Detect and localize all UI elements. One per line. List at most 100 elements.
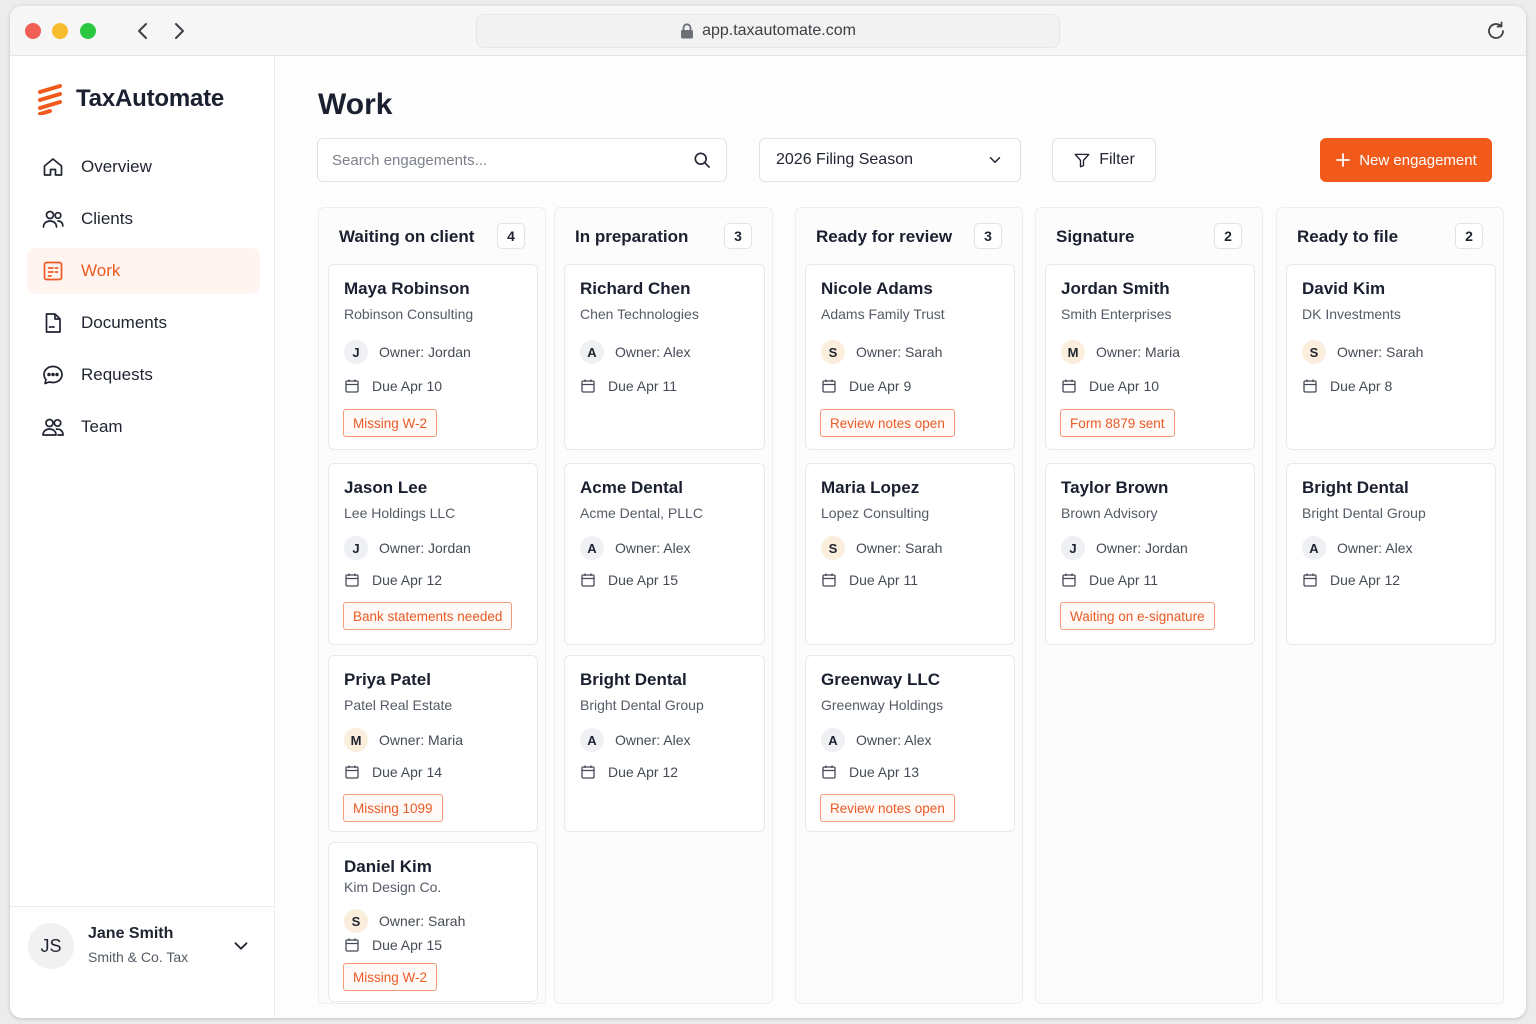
sidebar-item-requests[interactable]: Requests (27, 352, 260, 398)
owner-row: A Owner: Alex (580, 340, 690, 364)
column-title: Ready to file (1297, 227, 1399, 246)
search-input[interactable] (332, 151, 672, 169)
owner-avatar: J (344, 340, 368, 364)
address-bar[interactable]: app.taxautomate.com (476, 14, 1060, 48)
owner-label: Owner: Sarah (1337, 344, 1424, 360)
status-tag: Waiting on e-signature (1060, 602, 1215, 630)
calendar-icon (580, 378, 596, 394)
document-icon (45, 313, 61, 333)
engagement-card[interactable]: David Kim DK Investments S Owner: Sarah Due … (1286, 264, 1496, 450)
client-organization: Acme Dental, PLLC (580, 505, 703, 521)
engagement-card[interactable]: Daniel Kim Kim Design Co. S Owner: Sarah Due… (328, 842, 538, 1002)
engagement-card[interactable]: Acme Dental Acme Dental, PLLC A Owner: Alex… (564, 463, 765, 645)
close-window-button[interactable] (25, 23, 41, 39)
page-title: Work (318, 88, 393, 121)
owner-row: J Owner: Jordan (344, 536, 471, 560)
calendar-icon (344, 764, 360, 780)
search-icon[interactable] (692, 150, 712, 170)
browser-window: app.taxautomate.com TaxAutomate Overview… (10, 6, 1526, 1018)
sidebar-item-work[interactable]: Work (27, 248, 260, 294)
chevron-down-icon[interactable] (230, 935, 252, 957)
owner-row: A Owner: Alex (1302, 536, 1412, 560)
client-organization: Kim Design Co. (344, 879, 442, 895)
owner-row: A Owner: Alex (580, 728, 690, 752)
brand-name: TaxAutomate (76, 85, 225, 112)
sidebar-item-label: Team (81, 417, 123, 436)
chevron-down-icon (989, 157, 1001, 163)
owner-row: S Owner: Sarah (1302, 340, 1423, 364)
column-title: Signature (1056, 227, 1135, 246)
owner-label: Owner: Jordan (1096, 540, 1188, 556)
engagement-card[interactable]: Jordan Smith Smith Enterprises M Owner: Mar… (1045, 264, 1255, 450)
owner-avatar: S (344, 909, 368, 933)
client-organization: Smith Enterprises (1061, 306, 1172, 322)
owner-avatar: A (580, 340, 604, 364)
filter-button[interactable]: Filter (1052, 138, 1156, 182)
engagement-card[interactable]: Jason Lee Lee Holdings LLC J Owner: Jordan D… (328, 463, 538, 645)
due-date-row: Due Apr 15 (344, 937, 442, 953)
new-engagement-button[interactable]: New engagement (1320, 138, 1492, 182)
client-organization: Greenway Holdings (821, 697, 944, 713)
engagement-card[interactable]: Greenway LLC Greenway Holdings A Owner: Ale… (805, 655, 1015, 832)
column-title: Waiting on client (339, 227, 475, 246)
calendar-icon (580, 572, 596, 588)
engagement-card[interactable]: Taylor Brown Brown Advisory J Owner: Jordan… (1045, 463, 1255, 645)
forward-arrow-icon[interactable] (167, 19, 191, 43)
client-organization: Brown Advisory (1061, 505, 1158, 521)
sidebar-item-label: Work (81, 261, 121, 280)
calendar-icon (821, 378, 837, 394)
sidebar-item-documents[interactable]: Documents (27, 300, 260, 346)
client-organization: Chen Technologies (580, 306, 699, 322)
due-date: Due Apr 8 (1330, 378, 1393, 394)
minimize-window-button[interactable] (52, 23, 68, 39)
owner-label: Owner: Maria (1096, 344, 1181, 360)
client-organization: Bright Dental Group (1302, 505, 1426, 521)
calendar-icon (1061, 572, 1077, 588)
sidebar: TaxAutomate Overview Clients Work Docume… (10, 56, 275, 1018)
owner-label: Owner: Sarah (379, 913, 466, 929)
sidebar-item-clients[interactable]: Clients (27, 196, 260, 242)
engagement-card[interactable]: Maria Lopez Lopez Consulting S Owner: Sarah… (805, 463, 1015, 645)
reload-icon[interactable] (1484, 19, 1508, 43)
browser-toolbar: app.taxautomate.com (10, 6, 1526, 56)
owner-row: S Owner: Sarah (821, 340, 942, 364)
engagement-card[interactable]: Bright Dental Bright Dental Group A Owner: … (1286, 463, 1496, 645)
due-date-row: Due Apr 10 (1061, 378, 1159, 394)
column-header: Waiting on client 4 (319, 208, 545, 262)
back-arrow-icon[interactable] (131, 19, 155, 43)
engagement-card[interactable]: Richard Chen Chen Technologies A Owner: Ale… (564, 264, 765, 450)
engagement-card[interactable]: Nicole Adams Adams Family Trust S Owner: Sa… (805, 264, 1015, 450)
client-organization: Patel Real Estate (344, 697, 453, 713)
brand[interactable]: TaxAutomate (36, 83, 224, 115)
owner-avatar: A (580, 728, 604, 752)
owner-label: Owner: Sarah (856, 344, 943, 360)
owner-label: Owner: Jordan (379, 344, 471, 360)
engagement-card[interactable]: Priya Patel Patel Real Estate M Owner: Mari… (328, 655, 538, 832)
column-ready-to-file: Ready to file 2 David Kim DK Investments S Ow… (1276, 207, 1504, 1004)
due-date: Due Apr 11 (608, 378, 678, 394)
user-menu[interactable]: JS Jane Smith Smith & Co. Tax (10, 906, 275, 1018)
engagement-card[interactable]: Bright Dental Bright Dental Group A Owner: … (564, 655, 765, 832)
calendar-icon (1061, 378, 1077, 394)
engagement-card[interactable]: Maya Robinson Robinson Consulting J Owner: … (328, 264, 538, 450)
sidebar-item-team[interactable]: Team (27, 404, 260, 450)
due-date-row: Due Apr 14 (344, 764, 442, 780)
season-select[interactable]: 2026 Filing Season (759, 138, 1021, 182)
due-date-row: Due Apr 12 (344, 572, 442, 588)
due-date-row: Due Apr 11 (821, 572, 918, 588)
column-ready-for-review: Ready for review 3 Nicole Adams Adams Famil… (795, 207, 1023, 1004)
calendar-icon (821, 764, 837, 780)
calendar-icon (344, 572, 360, 588)
owner-avatar: M (1061, 340, 1085, 364)
maximize-window-button[interactable] (80, 23, 96, 39)
owner-row: M Owner: Maria (1061, 340, 1180, 364)
owner-row: A Owner: Alex (580, 536, 690, 560)
client-name: Taylor Brown (1061, 478, 1169, 497)
avatar: JS (28, 923, 74, 969)
column-header: In preparation 3 (555, 208, 772, 262)
due-date-row: Due Apr 11 (1061, 572, 1158, 588)
status-tag: Missing 1099 (343, 794, 443, 822)
sidebar-item-overview[interactable]: Overview (27, 144, 260, 190)
column-count-badge: 2 (1455, 223, 1483, 249)
due-date: Due Apr 12 (608, 764, 679, 780)
